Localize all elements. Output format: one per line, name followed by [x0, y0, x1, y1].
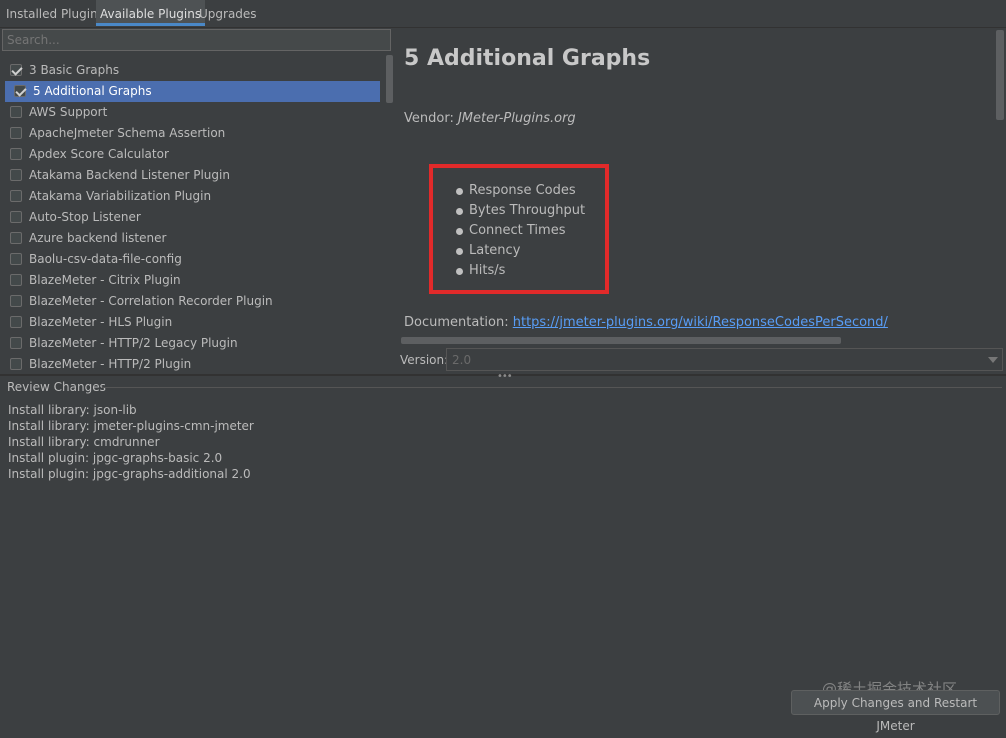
plugin-checkbox[interactable]: [10, 253, 22, 265]
review-changes-list: Install library: json-lib Install librar…: [8, 402, 254, 482]
plugin-checkbox[interactable]: [10, 274, 22, 286]
change-item: Install library: cmdrunner: [8, 435, 160, 449]
plugin-label: BlazeMeter - HLS Plugin: [29, 315, 173, 329]
plugin-label: 3 Basic Graphs: [29, 63, 120, 77]
apply-restart-button[interactable]: Apply Changes and Restart JMeter: [791, 690, 1000, 733]
plugin-item[interactable]: Azure backend listener: [5, 228, 380, 249]
vendor-name: JMeter-Plugins.org: [457, 111, 576, 126]
vendor-label: Vendor:: [404, 111, 454, 126]
plugin-checkbox[interactable]: [10, 295, 22, 307]
plugin-label: AWS Support: [29, 105, 108, 119]
plugin-checkbox[interactable]: [10, 169, 22, 181]
review-changes-title: Review Changes: [7, 380, 106, 394]
version-label: Version:: [400, 353, 449, 367]
feature-list: Response Codes Bytes Throughput Connect …: [456, 181, 585, 281]
plugin-checkbox[interactable]: [10, 316, 22, 328]
plugin-label: 5 Additional Graphs: [33, 84, 152, 98]
plugin-title: 5 Additional Graphs: [404, 46, 651, 71]
plugin-item[interactable]: 3 Basic Graphs: [5, 60, 380, 81]
plugin-label: BlazeMeter - HTTP/2 Plugin: [29, 357, 192, 371]
plugin-checkbox[interactable]: [14, 85, 26, 97]
change-item: Install library: jmeter-plugins-cmn-jmet…: [8, 419, 254, 433]
tab-available-plugins[interactable]: Available Plugins: [96, 0, 206, 26]
plugin-label: Apdex Score Calculator: [29, 147, 169, 161]
documentation-line: Documentation: https://jmeter-plugins.or…: [404, 315, 888, 330]
version-select[interactable]: 2.0: [446, 348, 1003, 371]
plugin-checkbox[interactable]: [10, 358, 22, 370]
plugin-checkbox[interactable]: [10, 64, 22, 76]
tab-installed-plugins[interactable]: Installed Plugins: [2, 0, 108, 26]
documentation-label: Documentation:: [404, 315, 509, 330]
plugin-item[interactable]: 5 Additional Graphs: [5, 81, 380, 102]
plugin-item[interactable]: ApacheJmeter Schema Assertion: [5, 123, 380, 144]
version-value: 2.0: [452, 353, 472, 367]
review-separator: [102, 387, 1002, 388]
plugin-label: Atakama Backend Listener Plugin: [29, 168, 230, 182]
plugin-item[interactable]: Apdex Score Calculator: [5, 144, 380, 165]
scrollbar-thumb[interactable]: [386, 55, 393, 103]
plugin-item[interactable]: Auto-Stop Listener: [5, 207, 380, 228]
plugin-checkbox[interactable]: [10, 232, 22, 244]
plugin-label: Azure backend listener: [29, 231, 167, 245]
feature-item: Response Codes: [456, 181, 585, 201]
plugin-item[interactable]: BlazeMeter - Citrix Plugin: [5, 270, 380, 291]
plugin-item[interactable]: Atakama Backend Listener Plugin: [5, 165, 380, 186]
search-input[interactable]: [2, 29, 391, 51]
plugin-label: BlazeMeter - Citrix Plugin: [29, 273, 181, 287]
plugin-label: Auto-Stop Listener: [29, 210, 141, 224]
plugin-checkbox[interactable]: [10, 190, 22, 202]
plugin-label: ApacheJmeter Schema Assertion: [29, 126, 226, 140]
documentation-link[interactable]: https://jmeter-plugins.org/wiki/Response…: [513, 315, 888, 330]
plugin-label: BlazeMeter - HTTP/2 Legacy Plugin: [29, 336, 238, 350]
plugin-item[interactable]: BlazeMeter - Correlation Recorder Plugin: [5, 291, 380, 312]
plugin-checkbox[interactable]: [10, 148, 22, 160]
details-vertical-scrollbar[interactable]: [996, 30, 1004, 120]
plugin-item[interactable]: Atakama Variabilization Plugin: [5, 186, 380, 207]
plugin-item[interactable]: BlazeMeter - HTTP/2 Plugin: [5, 354, 380, 373]
plugin-label: Baolu-csv-data-file-config: [29, 252, 182, 266]
change-item: Install plugin: jpgc-graphs-basic 2.0: [8, 451, 223, 465]
plugin-checkbox[interactable]: [10, 337, 22, 349]
feature-item: Bytes Throughput: [456, 201, 585, 221]
plugin-item[interactable]: Baolu-csv-data-file-config: [5, 249, 380, 270]
plugin-label: BlazeMeter - Correlation Recorder Plugin: [29, 294, 273, 308]
splitter-grip-icon[interactable]: •••: [497, 372, 513, 382]
feature-item: Hits/s: [456, 261, 585, 281]
plugin-checkbox[interactable]: [10, 106, 22, 118]
details-horizontal-scrollbar[interactable]: [401, 337, 841, 344]
plugin-item[interactable]: BlazeMeter - HTTP/2 Legacy Plugin: [5, 333, 380, 354]
change-item: Install plugin: jpgc-graphs-additional 2…: [8, 467, 251, 481]
feature-item: Connect Times: [456, 221, 585, 241]
plugin-list: 3 Basic Graphs 5 Additional Graphs AWS S…: [0, 59, 384, 373]
plugin-item[interactable]: BlazeMeter - HLS Plugin: [5, 312, 380, 333]
vendor-line: Vendor: JMeter-Plugins.org: [404, 111, 576, 126]
plugin-checkbox[interactable]: [10, 211, 22, 223]
plugin-item[interactable]: AWS Support: [5, 102, 380, 123]
tab-upgrades[interactable]: Upgrades: [195, 0, 261, 26]
plugin-checkbox[interactable]: [10, 127, 22, 139]
plugin-list-scrollbar[interactable]: [386, 55, 394, 373]
plugin-label: Atakama Variabilization Plugin: [29, 189, 212, 203]
chevron-down-icon: [988, 357, 998, 363]
plugin-tabs: Installed Plugins Available Plugins Upgr…: [0, 0, 1006, 28]
feature-item: Latency: [456, 241, 585, 261]
change-item: Install library: json-lib: [8, 403, 137, 417]
